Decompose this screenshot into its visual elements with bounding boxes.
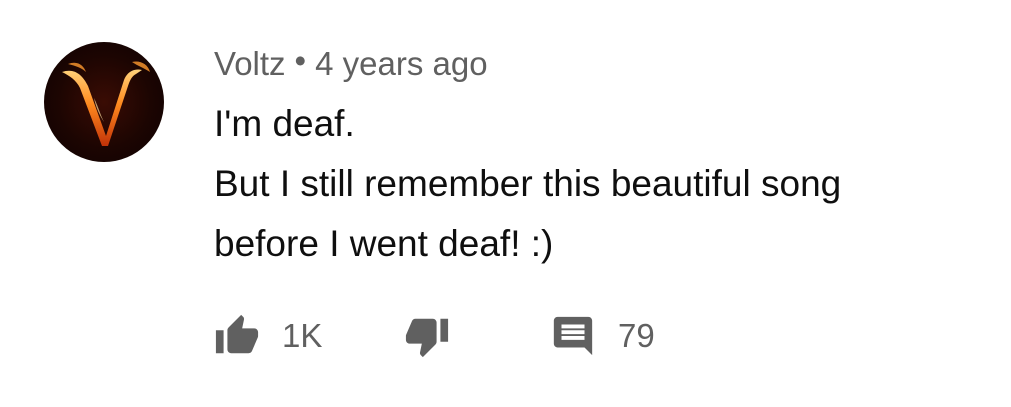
avatar[interactable]: [44, 42, 164, 162]
like-count: 1K: [282, 317, 323, 354]
comment-timestamp[interactable]: 4 years ago: [315, 45, 487, 82]
like-button[interactable]: 1K: [214, 306, 322, 366]
flaming-v-logo-icon: [62, 61, 150, 146]
reply-count: 79: [618, 317, 655, 354]
dislike-button[interactable]: [404, 306, 450, 366]
thumbs-up-icon: [214, 313, 260, 359]
comment-line: before I went deaf! :): [214, 223, 554, 264]
comment-meta: Voltz • 4 years ago: [214, 42, 488, 84]
thumbs-down-icon: [404, 313, 450, 359]
comment-line: I'm deaf.: [214, 103, 355, 144]
comment-line: But I still remember this beautiful song: [214, 163, 842, 204]
comment-icon: [550, 313, 596, 359]
author-name[interactable]: Voltz: [214, 45, 286, 82]
comment: Voltz • 4 years ago I'm deaf. But I still …: [0, 0, 1011, 407]
reply-button[interactable]: 79: [550, 306, 655, 366]
comment-text: I'm deaf. But I still remember this beau…: [214, 94, 841, 274]
meta-separator: •: [294, 42, 307, 79]
